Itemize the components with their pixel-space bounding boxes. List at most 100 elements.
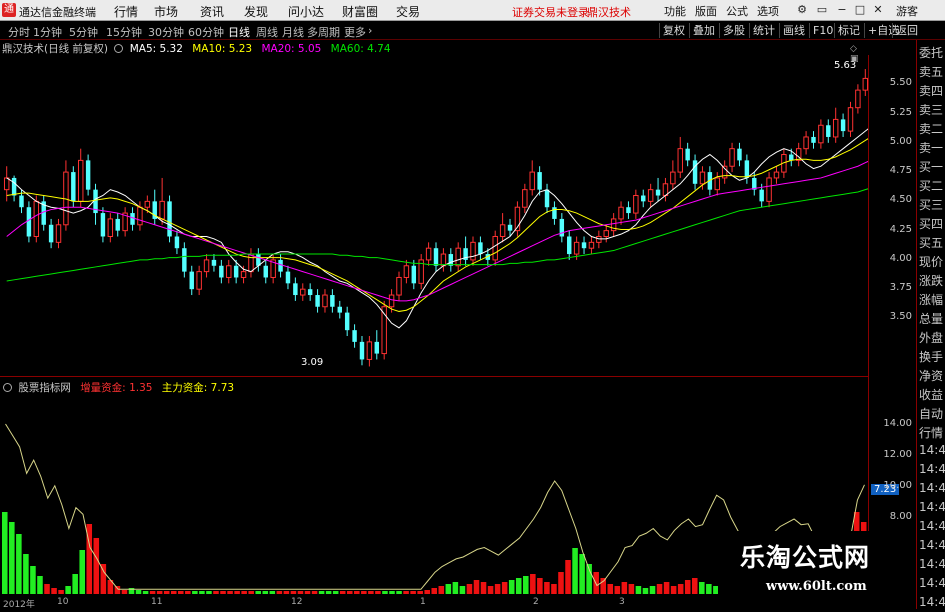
- indicator-bar: [346, 591, 353, 594]
- more-arrow-icon[interactable]: ›: [368, 24, 372, 37]
- side-tab[interactable]: 涨幅: [919, 291, 945, 308]
- side-tab[interactable]: 外盘: [919, 329, 945, 346]
- side-tab[interactable]: 卖五: [919, 63, 945, 80]
- candle-body-down: [330, 295, 335, 307]
- watermark-url: www.60lt.com: [766, 579, 867, 594]
- layout-button[interactable]: 版面: [695, 3, 717, 19]
- side-tab[interactable]: 净资: [919, 367, 945, 384]
- indicator-bar: [656, 584, 663, 594]
- candle-body-up: [714, 177, 720, 191]
- side-tab[interactable]: 总量: [919, 310, 945, 327]
- guest-button[interactable]: 游客: [896, 3, 918, 19]
- options-button[interactable]: 选项: [757, 3, 779, 19]
- candle-body-up: [847, 107, 854, 132]
- menu-hangqing[interactable]: 行情: [114, 3, 138, 20]
- candle-body-down: [581, 242, 587, 249]
- side-tab[interactable]: 14:47: [919, 595, 945, 612]
- period-daily[interactable]: 日线: [228, 24, 250, 40]
- side-tab[interactable]: 卖三: [919, 101, 945, 118]
- maximize-icon[interactable]: □: [853, 3, 867, 17]
- candle-body-down: [263, 265, 268, 278]
- candle-body-down: [337, 306, 342, 313]
- side-tab[interactable]: 自动: [919, 405, 945, 422]
- menu-jiaoyi[interactable]: 交易: [396, 3, 420, 20]
- side-tab[interactable]: 买四: [919, 215, 945, 232]
- candle-body-down: [433, 248, 439, 266]
- side-tab[interactable]: 14:47: [919, 519, 945, 536]
- settings-circle-icon[interactable]: [114, 44, 124, 53]
- candle-body-down: [167, 201, 172, 237]
- indicator-bar: [438, 586, 445, 594]
- back-button[interactable]: 返回: [892, 23, 921, 38]
- side-tab[interactable]: 14:47: [919, 500, 945, 517]
- indicator-bar: [30, 566, 36, 594]
- side-tab[interactable]: 14:47: [919, 557, 945, 574]
- side-tab[interactable]: 买五: [919, 234, 945, 251]
- date-label: 3: [619, 597, 625, 607]
- function-button[interactable]: 功能: [664, 3, 686, 19]
- side-tab[interactable]: 14:47: [919, 443, 945, 460]
- menu-faxian[interactable]: 发现: [244, 3, 268, 20]
- side-tab[interactable]: 14:47: [919, 576, 945, 593]
- side-tab[interactable]: 涨跌: [919, 272, 945, 289]
- side-tab[interactable]: 委托: [919, 44, 945, 61]
- side-tab[interactable]: 买一: [919, 158, 945, 175]
- indicator-bar: [487, 586, 494, 594]
- indicator-bar: [375, 591, 381, 594]
- stats-button[interactable]: 统计: [749, 23, 778, 38]
- multi-stock-button[interactable]: 多股: [719, 23, 748, 38]
- formula-button[interactable]: 公式: [726, 3, 748, 19]
- side-tab[interactable]: 现价: [919, 253, 945, 270]
- expand-icon[interactable]: ◇ ▣: [850, 44, 868, 64]
- period-multi[interactable]: 多周期: [307, 24, 340, 40]
- side-tab[interactable]: 卖四: [919, 82, 945, 99]
- period-fenshi[interactable]: 分时: [8, 24, 30, 40]
- indicator-bar: [37, 576, 43, 594]
- side-tab[interactable]: 14:47: [919, 481, 945, 498]
- side-tab[interactable]: 14:47: [919, 462, 945, 479]
- side-tab[interactable]: 卖二: [919, 120, 945, 137]
- f10-button[interactable]: F10: [809, 23, 836, 38]
- menu-zixun[interactable]: 资讯: [200, 3, 224, 20]
- window-icon[interactable]: ▭: [815, 3, 829, 17]
- login-notice[interactable]: 证券交易未登录: [512, 4, 589, 20]
- minimize-icon[interactable]: −: [835, 3, 849, 17]
- candlestick-chart[interactable]: 5.63 3.09 ◇ ▣: [0, 44, 911, 377]
- mark-button[interactable]: 标记: [834, 23, 863, 38]
- indicator-bar: [515, 578, 522, 594]
- side-tab[interactable]: 行情: [919, 424, 945, 441]
- menu-shichang[interactable]: 市场: [154, 3, 178, 20]
- ma20-label: MA20: 5.05: [261, 43, 322, 55]
- indicator-bar: [621, 582, 628, 594]
- period-monthly[interactable]: 月线: [282, 24, 304, 40]
- fuquan-button[interactable]: 复权: [659, 23, 688, 38]
- candle-body-down: [789, 154, 794, 161]
- menu-caifuquan[interactable]: 财富圈: [342, 3, 378, 20]
- side-tab[interactable]: 买三: [919, 196, 945, 213]
- close-icon[interactable]: ✕: [871, 3, 885, 17]
- overlay-button[interactable]: 叠加: [689, 23, 718, 38]
- side-tab[interactable]: 收益: [919, 386, 945, 403]
- side-tab[interactable]: 卖一: [919, 139, 945, 156]
- candle-body-down: [692, 160, 698, 184]
- candle-body-down: [293, 283, 298, 296]
- period-60min[interactable]: 60分钟: [188, 24, 224, 40]
- period-15min[interactable]: 15分钟: [106, 24, 142, 40]
- draw-line-button[interactable]: 画线: [779, 23, 808, 38]
- period-more[interactable]: 更多: [344, 24, 366, 40]
- period-30min[interactable]: 30分钟: [148, 24, 184, 40]
- candle-body-down: [307, 289, 313, 296]
- period-weekly[interactable]: 周线: [256, 24, 278, 40]
- candle-body-down: [448, 254, 454, 266]
- gear-icon[interactable]: ⚙: [795, 3, 809, 17]
- side-tab[interactable]: 换手: [919, 348, 945, 365]
- date-label: 12: [291, 597, 303, 607]
- indicator-bar: [544, 582, 550, 594]
- side-tab[interactable]: 14:47: [919, 538, 945, 555]
- period-5min[interactable]: 5分钟: [69, 24, 98, 40]
- period-1min[interactable]: 1分钟: [33, 24, 62, 40]
- candle-body-down: [826, 125, 831, 137]
- indicator-bar: [635, 586, 642, 594]
- side-tab[interactable]: 买二: [919, 177, 945, 194]
- menu-wenxiaoda[interactable]: 问小达: [288, 3, 324, 20]
